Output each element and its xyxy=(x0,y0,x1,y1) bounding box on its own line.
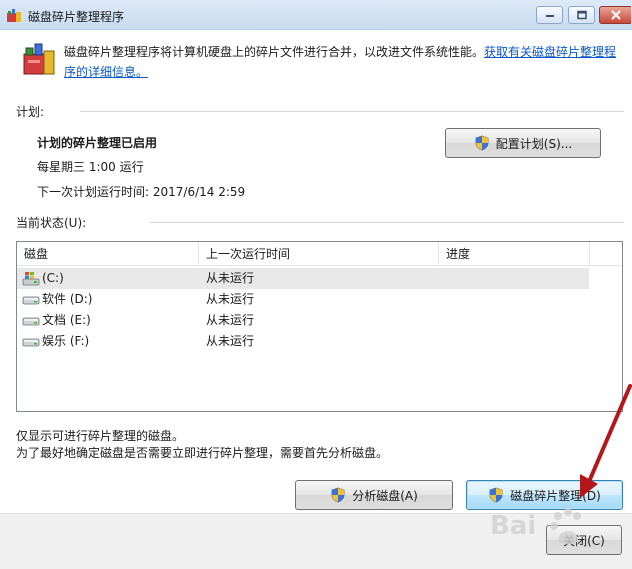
minimize-button[interactable] xyxy=(536,6,563,24)
intro-text-block: 磁盘碎片整理程序将计算机硬盘上的碎片文件进行合并，以改进文件系统性能。获取有关磁… xyxy=(64,42,624,82)
hard-drive-icon xyxy=(22,317,40,326)
disk-last-run: 从未运行 xyxy=(206,334,255,348)
defrag-app-icon xyxy=(7,9,21,22)
dialog-footer xyxy=(0,513,632,569)
close-button-label: 关闭(C) xyxy=(563,533,605,548)
schedule-status-heading: 计划的碎片整理已启用 xyxy=(37,136,158,150)
analyze-disk-button[interactable]: 分析磁盘(A) xyxy=(295,480,453,510)
defragment-disk-button[interactable]: 磁盘碎片整理(D) xyxy=(466,480,623,510)
analyze-first-note: 为了最好地确定磁盘是否需要立即进行碎片整理，需要首先分析磁盘。 xyxy=(16,446,389,460)
configure-schedule-label: 配置计划(S)... xyxy=(495,136,573,151)
status-divider xyxy=(150,222,624,223)
schedule-next-run: 下一次计划运行时间: 2017/6/14 2:59 xyxy=(37,185,246,199)
disk-list[interactable]: 磁盘 上一次运行时间 进度 (C:) 从未运行 软件 (D:) 从未运行 文档 … xyxy=(16,241,623,412)
maximize-button[interactable] xyxy=(568,6,595,24)
hard-drive-icon xyxy=(22,338,40,347)
schedule-label: 计划: xyxy=(16,105,45,119)
shield-icon xyxy=(331,487,345,503)
close-icon xyxy=(610,10,621,20)
disk-last-run: 从未运行 xyxy=(206,313,255,327)
maximize-icon xyxy=(576,10,587,20)
minimize-icon xyxy=(545,15,554,17)
windows-drive-icon xyxy=(22,272,40,286)
disk-list-header: 磁盘 上一次运行时间 进度 xyxy=(17,242,622,266)
title-bar: 磁盘碎片整理程序 xyxy=(0,0,632,30)
analyze-disk-label: 分析磁盘(A) xyxy=(352,488,418,503)
column-header-last-run[interactable]: 上一次运行时间 xyxy=(199,242,438,266)
shield-icon xyxy=(475,135,489,151)
hard-drive-icon xyxy=(22,296,40,305)
current-status-label: 当前状态(U): xyxy=(16,216,87,230)
table-row[interactable]: 软件 (D:) 从未运行 xyxy=(17,289,589,310)
disk-name: 软件 (D:) xyxy=(42,292,93,306)
schedule-frequency: 每星期三 1:00 运行 xyxy=(37,160,144,174)
table-row[interactable]: 文档 (E:) 从未运行 xyxy=(17,310,589,331)
disk-last-run: 从未运行 xyxy=(206,292,255,306)
shield-icon xyxy=(489,487,503,503)
column-header-disk[interactable]: 磁盘 xyxy=(17,242,198,266)
window-title: 磁盘碎片整理程序 xyxy=(28,10,125,24)
table-row[interactable]: 娱乐 (F:) 从未运行 xyxy=(17,331,589,352)
disk-name: 文档 (E:) xyxy=(42,313,91,327)
column-separator xyxy=(589,242,590,266)
disk-name: (C:) xyxy=(42,271,64,285)
close-button[interactable]: 关闭(C) xyxy=(546,525,622,555)
disk-last-run: 从未运行 xyxy=(206,271,255,285)
configure-schedule-button[interactable]: 配置计划(S)... xyxy=(445,128,601,158)
defrag-icon xyxy=(23,43,55,75)
defragment-disk-label: 磁盘碎片整理(D) xyxy=(510,488,601,503)
eligible-disks-note: 仅显示可进行碎片整理的磁盘。 xyxy=(16,429,185,443)
disk-name: 娱乐 (F:) xyxy=(42,334,90,348)
schedule-divider xyxy=(80,111,624,112)
close-window-button[interactable] xyxy=(599,6,631,24)
column-header-progress[interactable]: 进度 xyxy=(439,242,589,266)
intro-description: 磁盘碎片整理程序将计算机硬盘上的碎片文件进行合并，以改进文件系统性能。 xyxy=(64,45,485,59)
table-row[interactable]: (C:) 从未运行 xyxy=(17,268,589,289)
